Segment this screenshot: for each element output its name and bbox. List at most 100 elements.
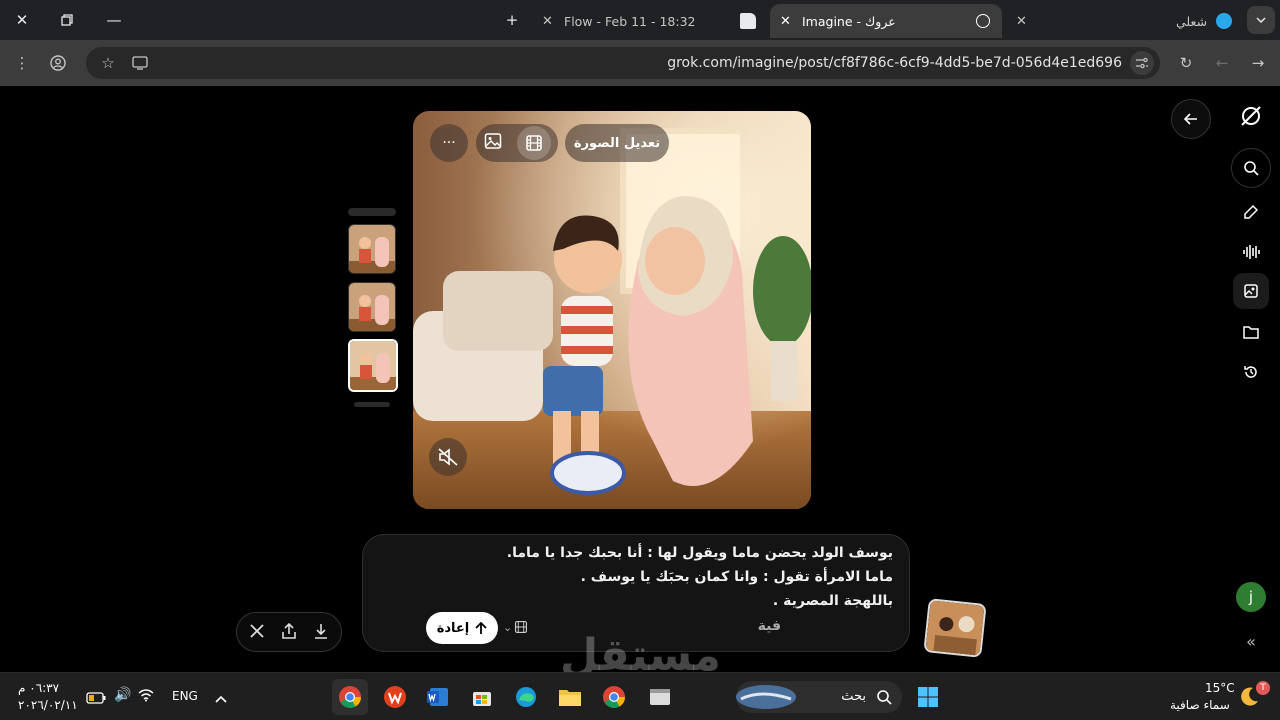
chrome-taskbar-icon[interactable]	[332, 679, 368, 715]
volume-icon[interactable]: 🔊	[114, 687, 131, 703]
more-options-button[interactable]: ···	[430, 124, 468, 162]
share-icon[interactable]	[281, 622, 297, 643]
history-icon	[1244, 366, 1257, 378]
weather-description[interactable]: سماء صافية	[1170, 698, 1230, 712]
profile-icon[interactable]	[46, 51, 70, 75]
mute-button[interactable]	[429, 438, 467, 476]
install-app-icon[interactable]	[128, 51, 152, 75]
tab-label: شعلي	[1176, 13, 1208, 29]
speaker-muted-icon	[438, 448, 458, 466]
thumbnail-partial[interactable]	[354, 402, 390, 407]
chrome-profile-icon[interactable]	[596, 679, 632, 715]
window-app-icon[interactable]	[642, 679, 678, 715]
site-settings-icon[interactable]	[1130, 51, 1154, 75]
forward-arrow-icon[interactable]: ←	[1210, 51, 1234, 75]
imagine-page: ··· تعديل الصورة j « يوسف الولد يحضن مام…	[0, 86, 1280, 672]
new-tab-label: +	[505, 11, 519, 29]
voice-button[interactable]	[1231, 232, 1271, 272]
audio-wave-icon	[1243, 245, 1260, 259]
language-indicator[interactable]: ENG	[172, 689, 198, 703]
download-icon[interactable]	[313, 623, 329, 643]
edge-icon[interactable]	[508, 679, 544, 715]
chevron-up-icon[interactable]	[215, 688, 227, 707]
start-button[interactable]	[910, 679, 946, 715]
prompt-line-2: ماما الامرأة تقول : وانا كمان بحبَك يا ي…	[580, 569, 893, 585]
bookmark-star-icon[interactable]: ☆	[96, 51, 120, 75]
tab-search-dropdown-icon[interactable]	[1247, 6, 1275, 34]
media-mode-toggle[interactable]	[476, 124, 558, 162]
mode-selector[interactable]: ⌄	[503, 620, 528, 634]
url-text: grok.com/imagine/post/cf8f786c-6cf9-4dd5…	[667, 55, 1122, 71]
flow-favicon-icon	[740, 13, 756, 29]
user-avatar[interactable]: j	[1236, 582, 1266, 612]
close-window-icon[interactable]: ✕	[10, 8, 34, 32]
reference-image-thumbnail[interactable]	[923, 598, 987, 658]
clock-time[interactable]: ٠٦:٣٧ م	[18, 681, 59, 695]
thumbnail-2[interactable]	[348, 282, 396, 332]
retry-button[interactable]: إعادة	[426, 612, 498, 644]
generated-image[interactable]: ··· تعديل الصورة	[413, 111, 811, 509]
tab-telegram[interactable]: ✕ شعلي	[1012, 4, 1242, 38]
grok-logo-icon[interactable]	[1231, 96, 1271, 136]
close-tab-icon[interactable]: ✕	[780, 14, 791, 29]
notification-badge-label: T	[1260, 683, 1266, 693]
taskbar-search[interactable]: بحث	[736, 681, 902, 713]
tab-label: Flow - Feb 11 - 18:32	[564, 13, 696, 29]
search-highlight-image	[736, 685, 796, 709]
prompt-line-1: يوسف الولد يحضن ماما ويقول لها : أنا بحب…	[506, 545, 893, 561]
avatar-letter: j	[1248, 588, 1254, 606]
video-mode-icon[interactable]	[516, 126, 551, 160]
collapse-sidebar-button[interactable]: «	[1231, 621, 1271, 661]
telegram-favicon-icon	[1216, 13, 1232, 29]
more-options-icon: ···	[442, 135, 456, 151]
word-icon[interactable]	[420, 679, 456, 715]
chevron-down-icon: ⌄	[503, 620, 513, 634]
prompt-line-4: فية	[757, 618, 781, 634]
restore-window-icon[interactable]	[55, 8, 79, 32]
weather-temp[interactable]: 15°C	[1205, 681, 1235, 695]
back-arrow-icon[interactable]: →	[1246, 51, 1270, 75]
close-tab-icon[interactable]: ✕	[1016, 14, 1027, 29]
close-tab-icon[interactable]: ✕	[542, 14, 553, 29]
tab-label: عروك - Imagine	[802, 13, 896, 29]
minimize-window-icon[interactable]: —	[102, 8, 126, 32]
imagine-button[interactable]	[1233, 273, 1269, 309]
history-button[interactable]	[1231, 352, 1271, 392]
search-icon	[1244, 161, 1259, 176]
new-tab-button[interactable]: +	[500, 8, 524, 32]
retry-label: إعادة	[436, 620, 470, 636]
share-x-icon[interactable]	[249, 623, 265, 643]
tab-flow[interactable]: ✕ Flow - Feb 11 - 18:32	[532, 4, 768, 38]
new-chat-button[interactable]	[1231, 192, 1271, 232]
wps-office-icon[interactable]	[377, 679, 413, 715]
reload-icon[interactable]: ↻	[1174, 51, 1198, 75]
arrow-up-icon	[475, 621, 487, 634]
search-icon	[877, 690, 892, 705]
windows-logo-icon	[918, 687, 938, 707]
scene-illustration	[413, 111, 811, 509]
file-explorer-icon[interactable]	[552, 679, 588, 715]
clock-date[interactable]: ٢٠٢٦/٠٢/١١	[18, 698, 78, 712]
thumbnail-3-selected[interactable]	[348, 339, 398, 392]
browser-toolbar: ⋮ ☆ grok.com/imagine/post/cf8f786c-6cf9-…	[0, 40, 1280, 86]
video-mode-icon	[515, 620, 528, 634]
windows-taskbar: ٠٦:٣٧ م ٢٠٢٦/٠٢/١١ 🔊 ENG بحث 15°C سماء ص…	[0, 672, 1280, 720]
thumbnail-1[interactable]	[348, 224, 396, 274]
menu-kebab-icon[interactable]: ⋮	[10, 51, 34, 75]
address-bar[interactable]: ☆ grok.com/imagine/post/cf8f786c-6cf9-4d…	[86, 47, 1160, 79]
files-button[interactable]	[1231, 312, 1271, 352]
battery-icon[interactable]	[86, 689, 106, 708]
search-button[interactable]	[1231, 148, 1271, 188]
store-icon[interactable]	[464, 679, 500, 715]
thumbnail-partial[interactable]	[348, 208, 396, 216]
grok-favicon-icon	[976, 14, 990, 28]
edit-image-label: تعديل الصورة	[573, 135, 661, 151]
prompt-line-3: باللهجة المصرية .	[772, 593, 893, 609]
edit-image-button[interactable]: تعديل الصورة	[565, 124, 669, 162]
tab-imagine[interactable]: ✕ عروك - Imagine	[770, 4, 1002, 38]
image-mode-icon[interactable]	[484, 132, 502, 154]
post-actions	[236, 612, 342, 652]
double-chevron-icon: «	[1246, 631, 1256, 651]
wifi-icon[interactable]	[138, 687, 154, 706]
back-button[interactable]	[1171, 99, 1211, 139]
